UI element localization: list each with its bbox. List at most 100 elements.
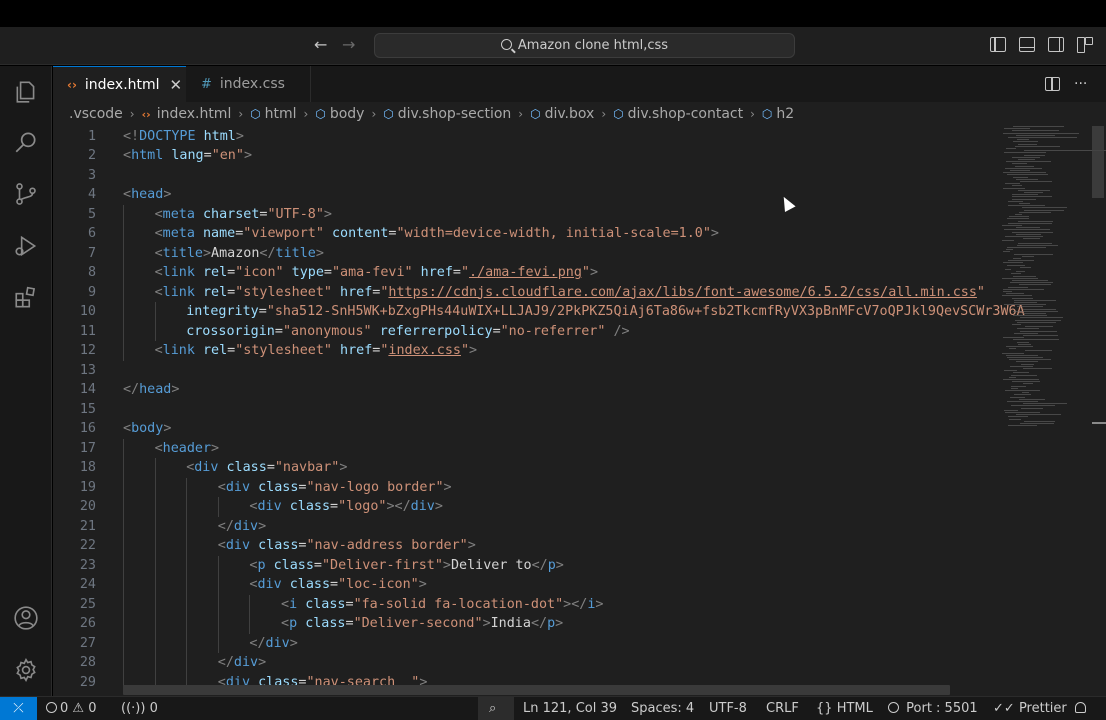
code-line[interactable]: 7 <title>Amazon</title>	[53, 244, 1053, 264]
forward-arrow-icon[interactable]: →	[342, 36, 355, 54]
code-line[interactable]: 24 <div class="loc-icon">	[53, 575, 1053, 595]
notifications-bell-icon[interactable]	[1075, 702, 1086, 715]
close-tab-icon[interactable]: ✕	[170, 76, 183, 94]
accounts-icon[interactable]	[0, 594, 52, 642]
run-debug-icon[interactable]	[0, 222, 52, 270]
code-line[interactable]: 11 crossorigin="anonymous" referrerpolicy…	[53, 322, 1053, 342]
minimap-line	[1003, 132, 1080, 134]
code-line[interactable]: 5 <meta charset="UTF-8">	[53, 205, 1053, 225]
code-line[interactable]: 8 <link rel="icon" type="ama-fevi" href="…	[53, 263, 1053, 283]
command-center-search[interactable]: Amazon clone html,css	[374, 33, 795, 58]
settings-gear-icon[interactable]	[0, 646, 52, 694]
line-number: 26	[79, 616, 96, 631]
code-line[interactable]: 27 </div>	[53, 634, 1053, 654]
ports-indicator[interactable]: ((·)) 0	[121, 697, 158, 720]
line-number: 4	[87, 187, 96, 202]
code-line[interactable]: 10 integrity="sha512-SnH5WK+bZxgPHs44uWIX…	[53, 302, 1053, 322]
minimap-line	[1003, 291, 1012, 292]
search-icon[interactable]	[0, 118, 52, 166]
breadcrumb-item[interactable]: ⬡ html ›	[250, 106, 315, 122]
vertical-scrollbar[interactable]	[1092, 126, 1106, 696]
minimap-line	[1017, 328, 1039, 330]
indent-guide	[123, 224, 124, 244]
minimap-line	[1016, 414, 1061, 416]
language-mode[interactable]: {} HTML	[816, 697, 873, 720]
toggle-primary-sidebar-icon[interactable]	[990, 37, 1006, 52]
code-line[interactable]: 17 <header>	[53, 439, 1053, 459]
code-line[interactable]: 22 <div class="nav-address border">	[53, 536, 1053, 556]
minimap-line	[1007, 247, 1047, 248]
code-line[interactable]: 23 <p class="Deliver-first">Deliver to</p…	[53, 556, 1053, 576]
breadcrumb-item[interactable]: ⬡ body ›	[315, 106, 383, 122]
toggle-secondary-sidebar-icon[interactable]	[1048, 37, 1064, 52]
back-arrow-icon[interactable]: ←	[314, 36, 327, 54]
prettier-status[interactable]: ✓✓ Prettier	[993, 697, 1067, 720]
code-line[interactable]: 15	[53, 400, 1053, 420]
explorer-icon[interactable]	[0, 68, 52, 116]
end-of-line[interactable]: CRLF	[766, 697, 799, 720]
code-line[interactable]: 25 <i class="fa-solid fa-location-dot"></…	[53, 595, 1053, 615]
minimap-line	[1008, 286, 1029, 288]
code-line[interactable]: 18 <div class="navbar">	[53, 458, 1053, 478]
code-line[interactable]: 13	[53, 361, 1053, 381]
breadcrumb-item[interactable]: ⬡ h2	[762, 106, 794, 122]
minimap-line	[1004, 370, 1017, 372]
code-line[interactable]: 3	[53, 166, 1053, 186]
indentation[interactable]: Spaces: 4	[631, 697, 694, 720]
source-control-icon[interactable]	[0, 170, 52, 218]
code-line[interactable]: 9 <link rel="stylesheet" href="https://cd…	[53, 283, 1053, 303]
scrollbar-thumb[interactable]	[1092, 126, 1104, 198]
zoom-indicator[interactable]: ⌕	[478, 697, 514, 720]
minimap-line	[1005, 269, 1012, 270]
tab-index-html[interactable]: ‹› index.html ✕	[53, 66, 186, 102]
code-line[interactable]: 2 <html lang="en">	[53, 146, 1053, 166]
breadcrumb-item[interactable]: .vscode ›	[69, 106, 142, 122]
code-text: <header>	[154, 440, 220, 456]
line-number: 8	[87, 265, 96, 280]
code-line[interactable]: 12 <link rel="stylesheet" href="index.css…	[53, 341, 1053, 361]
problems-indicator[interactable]: 0 ⚠ 0	[46, 697, 97, 720]
code-line[interactable]: 14 </head>	[53, 380, 1053, 400]
customize-layout-icon[interactable]	[1077, 37, 1093, 53]
remote-indicator-icon[interactable]: ⤫	[0, 697, 37, 720]
indent-guide	[249, 594, 251, 614]
minimap-line	[1023, 335, 1058, 336]
code-line[interactable]: 1 <!DOCTYPE html>	[53, 127, 1053, 147]
code-line[interactable]: 19 <div class="nav-logo border">	[53, 478, 1053, 498]
code-editor[interactable]: 1 <!DOCTYPE html> 2 <html lang="en"> 3 4 <head…	[53, 126, 1106, 696]
minimap-line	[1012, 185, 1022, 187]
encoding[interactable]: UTF-8	[709, 697, 747, 720]
code-line[interactable]: 21 </div>	[53, 517, 1053, 537]
code-line[interactable]: 16 <body>	[53, 419, 1053, 439]
minimap-line	[1008, 137, 1077, 138]
minimap[interactable]	[1002, 126, 1106, 436]
live-server-port[interactable]: Port : 5501	[888, 697, 978, 720]
minimap-line	[1002, 225, 1023, 226]
toggle-panel-icon[interactable]	[1019, 37, 1035, 52]
breadcrumb-item[interactable]: ‹› index.html ›	[142, 106, 251, 122]
breadcrumb-item[interactable]: ⬡ div.shop-section ›	[383, 106, 530, 122]
minimap-line	[1013, 315, 1048, 317]
code-line[interactable]: 26 <p class="Deliver-second">India</p>	[53, 614, 1053, 634]
breadcrumb-item[interactable]: ⬡ div.shop-contact ›	[613, 106, 762, 122]
cursor-position[interactable]: Ln 121, Col 39	[523, 697, 617, 720]
code-line[interactable]: 28 </div>	[53, 653, 1053, 673]
minimap-line	[1003, 187, 1026, 189]
scrollbar-marker	[1092, 422, 1106, 424]
breadcrumb-item[interactable]: ⬡ div.box ›	[530, 106, 613, 122]
minimap-line	[1007, 401, 1039, 402]
line-number: 21	[79, 518, 96, 534]
horizontal-scrollbar[interactable]	[123, 685, 950, 695]
indent-guide	[123, 536, 124, 556]
more-actions-icon[interactable]: ···	[1074, 76, 1087, 92]
minimap-line	[1024, 154, 1046, 156]
split-editor-icon[interactable]	[1045, 77, 1060, 91]
extensions-icon[interactable]	[0, 274, 52, 322]
code-line[interactable]: 4 <head>	[53, 185, 1053, 205]
tab-index-css[interactable]: # index.css	[187, 66, 311, 102]
minimap-line	[1019, 398, 1045, 400]
code-line[interactable]: 20 <div class="logo"></div>	[53, 497, 1053, 517]
minimap-line	[1023, 368, 1052, 369]
code-line[interactable]: 6 <meta name="viewport" content="width=de…	[53, 224, 1053, 244]
minimap-line	[1009, 216, 1030, 218]
